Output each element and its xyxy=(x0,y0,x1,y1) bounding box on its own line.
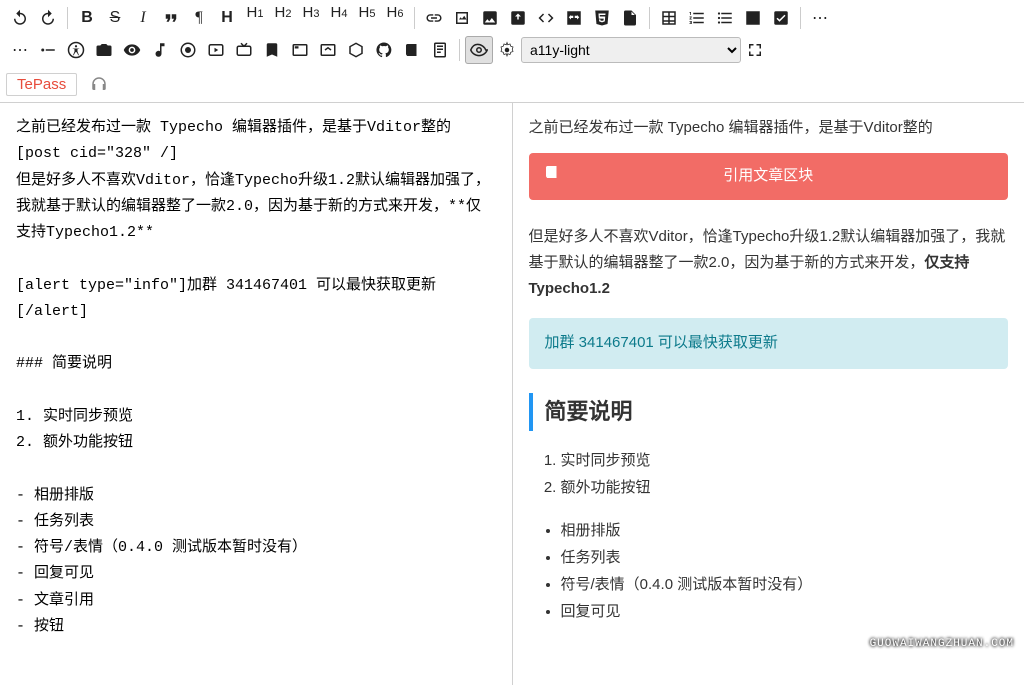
fullscreen-button[interactable] xyxy=(741,36,769,64)
preview-pane: 之前已经发布过一款 Typecho 编辑器插件，是基于Vditor整的 引用文章… xyxy=(513,103,1024,685)
heading-button[interactable]: H xyxy=(213,4,241,32)
theme-select[interactable]: a11y-light xyxy=(521,37,741,63)
camera-button[interactable] xyxy=(90,36,118,64)
note-button[interactable] xyxy=(426,36,454,64)
undo-button[interactable] xyxy=(6,4,34,32)
preview-ul: 相册排版任务列表符号/表情（0.4.0 测试版本暂时没有）回复可见 xyxy=(529,517,1009,625)
video-button[interactable] xyxy=(202,36,230,64)
redo-button[interactable] xyxy=(34,4,62,32)
ordered-list-button[interactable] xyxy=(683,4,711,32)
collapse-button[interactable] xyxy=(314,36,342,64)
eye-button[interactable] xyxy=(118,36,146,64)
list-item: 额外功能按钮 xyxy=(561,474,1009,501)
accessibility-button[interactable] xyxy=(62,36,90,64)
read-more-button[interactable] xyxy=(34,36,62,64)
hr-button[interactable] xyxy=(739,4,767,32)
list-item: 符号/表情（0.4.0 测试版本暂时没有） xyxy=(561,571,1009,598)
preview-toggle-button[interactable] xyxy=(465,36,493,64)
github-button[interactable] xyxy=(370,36,398,64)
quote-block-label: 引用文章区块 xyxy=(723,163,813,189)
source-pane[interactable]: 之前已经发布过一款 Typecho 编辑器插件，是基于Vditor整的 [pos… xyxy=(0,103,513,685)
preview-paragraph: 之前已经发布过一款 Typecho 编辑器插件，是基于Vditor整的 xyxy=(529,115,1009,141)
list-item: 相册排版 xyxy=(561,517,1009,544)
list-item: 任务列表 xyxy=(561,544,1009,571)
watermark: GUOWAIWANGZHUAN.COM xyxy=(870,638,1014,650)
book-button[interactable] xyxy=(398,36,426,64)
book-icon xyxy=(543,163,561,190)
cube-button[interactable] xyxy=(342,36,370,64)
list-item: 实时同步预览 xyxy=(561,447,1009,474)
quote-article-block[interactable]: 引用文章区块 xyxy=(529,153,1009,199)
h3-button[interactable]: H3 xyxy=(297,4,325,32)
alert-info-block: 加群 341467401 可以最快获取更新 xyxy=(529,318,1009,368)
unordered-list-button[interactable] xyxy=(711,4,739,32)
italic-button[interactable]: I xyxy=(129,4,157,32)
settings-button[interactable] xyxy=(493,36,521,64)
record-button[interactable] xyxy=(174,36,202,64)
image-upload-button[interactable] xyxy=(504,4,532,32)
h4-button[interactable]: H4 xyxy=(325,4,353,32)
quote-button[interactable] xyxy=(157,4,185,32)
h2-button[interactable]: H2 xyxy=(269,4,297,32)
tepass-tag[interactable]: TePass xyxy=(6,73,77,96)
image-button[interactable] xyxy=(476,4,504,32)
preview-ol: 实时同步预览额外功能按钮 xyxy=(529,447,1009,501)
image-frame-button[interactable] xyxy=(448,4,476,32)
editor-toolbar: B S I ¶ H H1 H2 H3 H4 H5 H6 ⋯ ⋯ xyxy=(0,0,1024,103)
code-inline-button[interactable] xyxy=(532,4,560,32)
h5-button[interactable]: H5 xyxy=(353,4,381,32)
checkbox-button[interactable] xyxy=(767,4,795,32)
tab-panel-button[interactable] xyxy=(286,36,314,64)
h6-button[interactable]: H6 xyxy=(381,4,409,32)
strike-button[interactable]: S xyxy=(101,4,129,32)
more2-button[interactable]: ⋯ xyxy=(6,36,34,64)
bold-button[interactable]: B xyxy=(73,4,101,32)
more-button[interactable]: ⋯ xyxy=(806,4,834,32)
code-block-button[interactable] xyxy=(560,4,588,32)
paragraph-button[interactable]: ¶ xyxy=(185,4,213,32)
headphones-button[interactable] xyxy=(85,70,113,98)
link-button[interactable] xyxy=(420,4,448,32)
preview-heading: 简要说明 xyxy=(529,393,1009,432)
table-button[interactable] xyxy=(655,4,683,32)
h1-button[interactable]: H1 xyxy=(241,4,269,32)
tv-button[interactable] xyxy=(230,36,258,64)
file-button[interactable] xyxy=(616,4,644,32)
html-button[interactable] xyxy=(588,4,616,32)
music-button[interactable] xyxy=(146,36,174,64)
editor-workspace: 之前已经发布过一款 Typecho 编辑器插件，是基于Vditor整的 [pos… xyxy=(0,103,1024,685)
preview-paragraph: 但是好多人不喜欢Vditor，恰逢Typecho升级1.2默认编辑器加强了，我就… xyxy=(529,224,1009,303)
list-item: 回复可见 xyxy=(561,598,1009,625)
bookmark-button[interactable] xyxy=(258,36,286,64)
